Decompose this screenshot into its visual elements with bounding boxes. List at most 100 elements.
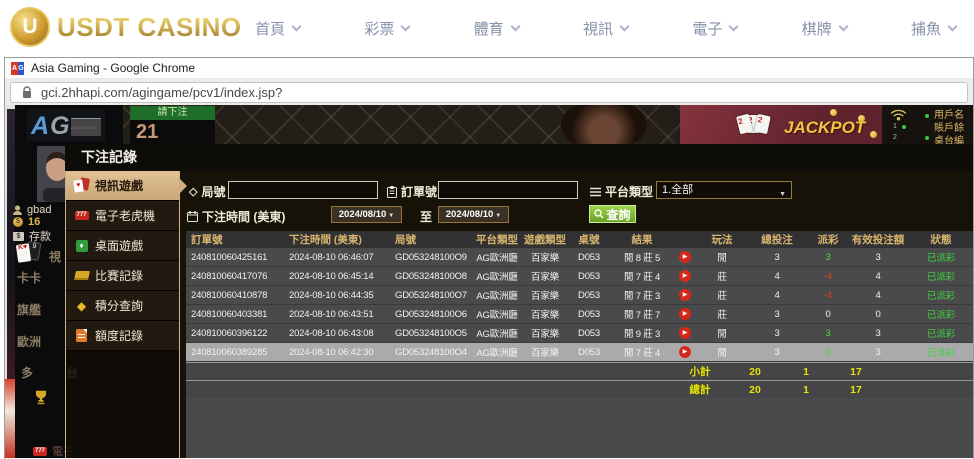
nav-item-live[interactable]: 視訊 — [583, 18, 628, 39]
menu-item-match-records[interactable]: 比賽記錄 — [66, 261, 179, 291]
nav-label: 彩票 — [364, 18, 394, 39]
summary-cell: 總計 — [674, 382, 726, 397]
modal-menu: ♥ 視訊遊戲 777 電子老虎機 ♦ 桌面遊戲 — [65, 171, 180, 458]
gem-icon: ◆ — [73, 300, 90, 312]
total-row: 總計20117 — [186, 380, 973, 398]
menu-item-points-query[interactable]: ◆ 積分查詢 — [66, 291, 179, 321]
table-row[interactable]: 2408100604108782024-08-10 06:44:35GD0532… — [186, 286, 973, 305]
dropdown-arrow-icon: ▼ — [388, 213, 394, 219]
table-cell: 莊 — [696, 269, 748, 283]
table-cell: AG歐洲廳 — [472, 269, 522, 283]
chevron-down-icon — [510, 22, 520, 32]
play-button[interactable]: ▶ — [679, 289, 691, 301]
order-no-input[interactable] — [438, 181, 578, 199]
summary-cell: 1 — [784, 384, 828, 396]
table-cell: 4 — [850, 271, 906, 282]
query-label: 查詢 — [606, 206, 630, 223]
menu-item-quota-records[interactable]: 額度記錄 — [66, 321, 179, 351]
coin-icon — [858, 115, 865, 122]
table-cell: 百家樂 — [522, 288, 568, 302]
table-row[interactable]: 2408100604251612024-08-10 06:46:07GD0532… — [186, 248, 973, 267]
date-to-select[interactable]: 2024/08/10▼ — [438, 206, 509, 223]
platform-type-label: 平台類型 — [590, 183, 653, 200]
nav-item-fishing[interactable]: 捕魚 — [911, 18, 956, 39]
table-cell: 0 — [850, 309, 906, 320]
round-no-input[interactable] — [228, 181, 378, 199]
table-cell: 3 — [748, 252, 806, 263]
menu-label: 比賽記錄 — [95, 267, 143, 284]
summary-cell: 1 — [784, 366, 828, 378]
table-cell: 2024-08-10 06:42:30 — [284, 347, 390, 358]
table-cell: 3 — [806, 347, 850, 358]
play-button[interactable]: ▶ — [679, 251, 691, 263]
chevron-down-icon — [292, 22, 302, 32]
address-bar[interactable]: gci.2hhapi.com/agingame/pcv1/index.jsp? — [10, 82, 968, 103]
table-row[interactable]: 2408100603892852024-08-10 06:42:30GD0532… — [186, 343, 973, 362]
document-icon — [73, 329, 90, 342]
table-cell: 閒 8 莊 5 — [610, 250, 674, 264]
table-cell: 百家樂 — [522, 250, 568, 264]
play-button[interactable]: ▶ — [679, 346, 691, 358]
nav-item-cards[interactable]: 棋牌 — [802, 18, 847, 39]
label-text: 局號 — [201, 183, 225, 200]
modal-title: 下注記錄 — [65, 144, 973, 171]
table-cell: ▶ — [674, 308, 696, 320]
bet-records-modal: 下注記錄 ♥ 視訊遊戲 777 電子老虎機 ♦ 桌面遊戲 — [65, 144, 973, 458]
menu-item-slots[interactable]: 777 電子老虎機 — [66, 201, 179, 231]
table-cell: GD053248100O9 — [390, 252, 472, 263]
status-dot — [925, 136, 929, 140]
menu-label: 額度記錄 — [95, 327, 143, 344]
play-button[interactable]: ▶ — [679, 308, 691, 320]
site-logo[interactable]: U USDT CASINO — [10, 7, 242, 47]
table-cell: 百家樂 — [522, 326, 568, 340]
modal-content: ◇ 局號 訂單號 平台類型 — [180, 171, 973, 458]
table-cell: -4 — [806, 271, 850, 282]
menu-label: 電子老虎機 — [95, 207, 155, 224]
site-top-nav: U USDT CASINO 首頁 彩票 體育 視訊 電子 棋牌 捕魚 — [0, 0, 974, 57]
table-cell: ▶ — [674, 346, 696, 358]
selected-platform: 1.全部 — [662, 184, 693, 196]
label-text: 平台類型 — [605, 183, 653, 200]
window-title: Asia Gaming - Google Chrome — [31, 61, 195, 75]
bet-time-label: 下注時間 (美東) — [187, 208, 285, 225]
info-num: 2 — [893, 134, 897, 141]
table-row[interactable]: 2408100604170762024-08-10 06:45:14GD0532… — [186, 267, 973, 286]
table-cell: 240810060417076 — [186, 271, 284, 282]
nav-item-sports[interactable]: 體育 — [474, 18, 519, 39]
url-text: gci.2hhapi.com/agingame/pcv1/index.jsp? — [41, 85, 282, 100]
menu-label: 桌面遊戲 — [95, 237, 143, 254]
play-button[interactable]: ▶ — [679, 327, 691, 339]
platform-type-select[interactable]: 1.全部 ▼ — [656, 181, 792, 199]
table-cell: 閒 7 莊 7 — [610, 307, 674, 321]
bg-menu-item: 歐洲 — [17, 333, 41, 350]
table-cell: 閒 7 莊 4 — [610, 269, 674, 283]
nav-item-home[interactable]: 首頁 — [255, 18, 300, 39]
wifi-icon — [890, 108, 907, 121]
countdown: 21 — [130, 120, 215, 145]
table-cell: -4 — [806, 290, 850, 301]
menu-item-table-games[interactable]: ♦ 桌面遊戲 — [66, 231, 179, 261]
nav-item-slots[interactable]: 電子 — [692, 18, 737, 39]
dropdown-arrow-icon: ▼ — [495, 213, 501, 219]
menu-item-live-games[interactable]: ♥ 視訊遊戲 — [66, 171, 179, 201]
query-button[interactable]: 查詢 — [589, 205, 636, 223]
date-to-value: 2024/08/10 — [446, 209, 494, 220]
column-header: 局號 — [390, 232, 472, 247]
table-cell: 已派彩 — [906, 250, 973, 264]
nav-item-lottery[interactable]: 彩票 — [364, 18, 409, 39]
window-title-bar[interactable]: A G Asia Gaming - Google Chrome — [5, 58, 973, 79]
table-cell: GD053248100O5 — [390, 328, 472, 339]
nav-label: 電子 — [692, 18, 722, 39]
table-row[interactable]: 2408100604033812024-08-10 06:43:51GD0532… — [186, 305, 973, 324]
nav-label: 視訊 — [583, 18, 613, 39]
table-cell: 閒 7 莊 4 — [610, 345, 674, 359]
summary-cell: 17 — [828, 366, 884, 378]
table-row[interactable]: 2408100603961222024-08-10 06:43:08GD0532… — [186, 324, 973, 343]
jackpot-cards-icon: 2 2 2 — [738, 115, 765, 133]
date-from-select[interactable]: 2024/08/10▼ — [331, 206, 402, 223]
bet-timer: 請下注 21 — [130, 106, 215, 145]
table-cell: 3 — [748, 309, 806, 320]
play-button[interactable]: ▶ — [679, 270, 691, 282]
table-header-row: 訂單號下注時間 (美東)局號平台類型遊戲類型桌號結果玩法總投注派彩有效投注額狀態 — [186, 231, 973, 248]
balance-row: $ 16 — [13, 216, 40, 228]
